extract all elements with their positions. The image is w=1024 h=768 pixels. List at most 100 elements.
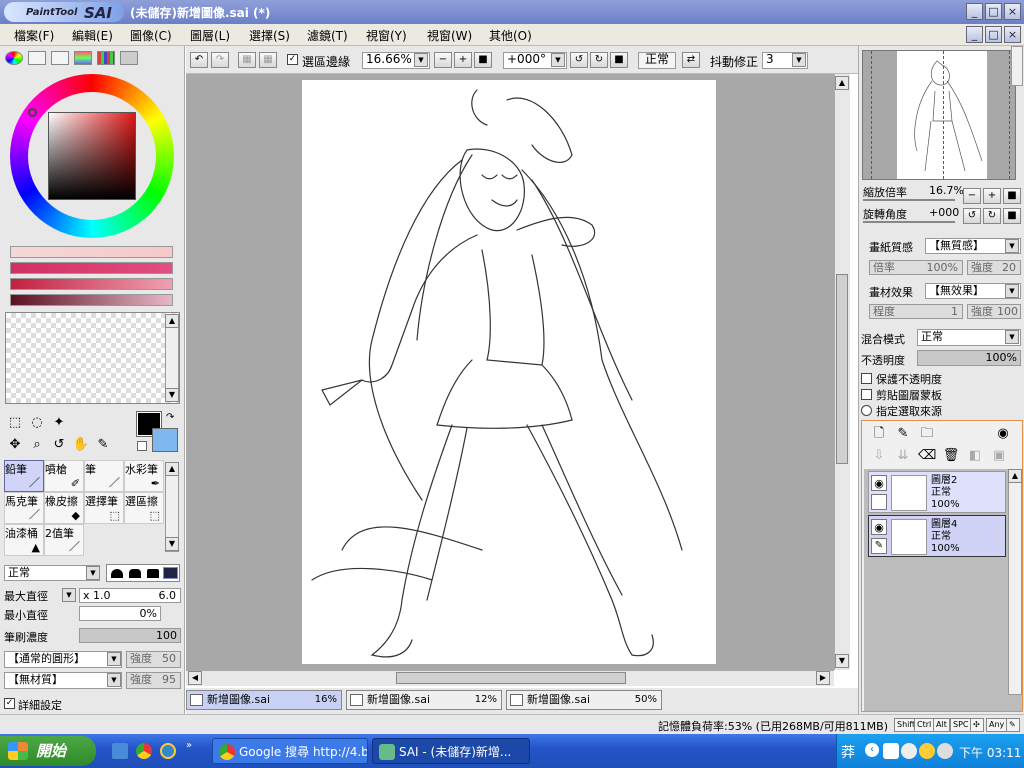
brush-mode-dropdown-icon[interactable]: ▼: [86, 566, 100, 580]
alt-key-indicator[interactable]: Alt: [933, 718, 950, 732]
menu-select[interactable]: 選擇(S): [249, 27, 290, 44]
rotation-dropdown-icon[interactable]: ▼: [551, 53, 565, 67]
rotate-left-button[interactable]: ↺: [570, 52, 588, 68]
zoom-out-button[interactable]: −: [434, 52, 452, 68]
navigator-preview[interactable]: [862, 50, 1016, 180]
close-button[interactable]: ×: [1004, 3, 1021, 20]
apply-mask-icon[interactable]: ◧: [966, 447, 984, 465]
canvas-scroll-up-icon[interactable]: ▲: [835, 76, 849, 90]
brush-binary-pen[interactable]: 2值筆／: [44, 524, 84, 556]
color-bar-tab-icon[interactable]: [74, 51, 92, 65]
zoom-in-button[interactable]: +: [454, 52, 472, 68]
tray-app-icon[interactable]: [937, 743, 953, 759]
hue-picker-marker[interactable]: [28, 108, 37, 117]
eyedropper-icon[interactable]: ✎: [94, 436, 112, 454]
chrome-icon[interactable]: [136, 743, 152, 759]
nav-rotate-right-button[interactable]: ↻: [983, 208, 1001, 224]
layer-item[interactable]: ◉ 圖層2 正常 100%: [868, 471, 1006, 513]
menu-file[interactable]: 檔案(F): [14, 27, 54, 44]
effect-degree-field[interactable]: 程度 1: [869, 304, 963, 319]
scratch-scroll-up-icon[interactable]: ▲: [165, 314, 179, 328]
layer-item[interactable]: ◉ ✎ 圖層4 正常 100%: [868, 515, 1006, 557]
any-key-indicator[interactable]: Any: [986, 718, 1008, 732]
undo-button[interactable]: ↶: [190, 52, 208, 68]
color-slider-3[interactable]: [10, 278, 173, 290]
brush-scroll-up-icon[interactable]: ▲: [165, 462, 179, 476]
protect-opacity-checkbox[interactable]: [861, 373, 872, 384]
color-slider-1[interactable]: [10, 246, 173, 258]
max-size-field[interactable]: x 1.0 6.0: [79, 588, 181, 603]
new-folder-icon[interactable]: 🗀: [918, 425, 936, 443]
rotate-icon[interactable]: ↺: [50, 436, 68, 454]
paper-strength-field[interactable]: 強度 20: [967, 260, 1021, 275]
nav-zoom-slider[interactable]: [863, 199, 955, 201]
redo-button[interactable]: ↷: [211, 52, 229, 68]
layer-scroll-up-icon[interactable]: ▲: [1008, 469, 1022, 483]
merge-down-icon[interactable]: ⇊: [894, 447, 912, 465]
transfer-down-icon[interactable]: ⇩: [870, 447, 888, 465]
brush-marker[interactable]: 馬克筆／: [4, 492, 44, 524]
shape-strength-field[interactable]: 強度 50: [126, 651, 181, 668]
rgb-slider-tab-icon[interactable]: [28, 51, 46, 65]
brush-shape-presets[interactable]: [106, 564, 180, 582]
compass-icon[interactable]: ✣: [970, 718, 984, 732]
tray-app-icon[interactable]: [883, 743, 899, 759]
layer-mask-icon[interactable]: ◉: [994, 425, 1012, 443]
nav-zoom-in-button[interactable]: +: [983, 188, 1001, 204]
tip-shape-4-icon[interactable]: [163, 567, 178, 579]
clear-layer-icon[interactable]: ⌫: [918, 447, 936, 465]
delete-layer-icon[interactable]: 🗑: [942, 447, 960, 465]
color-wheel[interactable]: [10, 74, 174, 238]
menu-edit[interactable]: 編輯(E): [72, 27, 113, 44]
menu-other[interactable]: 其他(O): [489, 27, 532, 44]
stabilizer-dropdown-icon[interactable]: ▼: [792, 53, 806, 67]
detail-settings-checkbox[interactable]: ✓: [4, 698, 15, 709]
brush-shape-dropdown-icon[interactable]: ▼: [107, 652, 121, 666]
canvas-scroll-down-icon[interactable]: ▼: [835, 654, 849, 668]
brush-texture-select[interactable]: 【無材質】: [4, 672, 122, 689]
swatch-tab-icon[interactable]: [97, 51, 115, 65]
doc-restore-button[interactable]: □: [985, 26, 1002, 43]
canvas-hscroll-thumb[interactable]: [396, 672, 626, 684]
tray-app-icon[interactable]: [901, 743, 917, 759]
doc-tab-3[interactable]: 新增圖像.sai 50%: [506, 690, 662, 710]
scratchpad-tab-icon[interactable]: [120, 51, 138, 65]
min-size-field[interactable]: 0%: [79, 606, 161, 621]
density-slider[interactable]: 100: [79, 628, 181, 643]
space-key-indicator[interactable]: SPC: [950, 718, 972, 732]
doc-minimize-button[interactable]: _: [966, 26, 983, 43]
nav-zoom-reset-button[interactable]: ■: [1003, 188, 1021, 204]
brush-pen[interactable]: 筆／: [84, 460, 124, 492]
ime-indicator[interactable]: 莽: [841, 742, 855, 762]
hand-icon[interactable]: ✋: [72, 436, 90, 454]
brush-shape-select[interactable]: 【通常的圓形】: [4, 651, 122, 668]
tip-shape-1-icon[interactable]: [111, 569, 123, 578]
tip-shape-3-icon[interactable]: [147, 569, 159, 578]
taskbar-item-chrome[interactable]: Google 搜尋 http://4.b...: [212, 738, 368, 764]
canvas-vscroll-thumb[interactable]: [836, 274, 848, 464]
pen-status-icon[interactable]: ✎: [1006, 718, 1020, 732]
brush-edit-icon[interactable]: ✎: [871, 538, 887, 554]
canvas-area[interactable]: [186, 74, 834, 670]
taskbar-item-sai[interactable]: SAI - (未儲存)新增...: [372, 738, 530, 764]
show-desktop-icon[interactable]: [112, 743, 128, 759]
paper-texture-dropdown-icon[interactable]: ▼: [1005, 239, 1019, 253]
maximize-button[interactable]: □: [985, 3, 1002, 20]
paper-effect-dropdown-icon[interactable]: ▼: [1005, 284, 1019, 298]
menu-window[interactable]: 視窗(W): [427, 27, 472, 44]
merge-visible-icon[interactable]: ▣: [990, 447, 1008, 465]
rotate-right-button[interactable]: ↻: [590, 52, 608, 68]
right-panel-scrollbar[interactable]: [1011, 46, 1023, 86]
ctrl-key-indicator[interactable]: Ctrl: [914, 718, 935, 732]
doc-tab-2[interactable]: 新增圖像.sai 12%: [346, 690, 502, 710]
layer-blend-dropdown-icon[interactable]: ▼: [1005, 330, 1019, 344]
rotate-reset-button[interactable]: ■: [610, 52, 628, 68]
layer-edit-marker[interactable]: [871, 494, 887, 510]
zoom-icon[interactable]: ⌕: [28, 436, 46, 454]
select-edge-checkbox[interactable]: ✓: [287, 54, 298, 65]
zoom-dropdown-icon[interactable]: ▼: [414, 53, 428, 67]
menu-image[interactable]: 圖像(C): [130, 27, 172, 44]
paper-scale-field[interactable]: 倍率 100%: [869, 260, 963, 275]
nav-rotate-reset-button[interactable]: ■: [1003, 208, 1021, 224]
invert-select-button[interactable]: ▦: [259, 52, 277, 68]
